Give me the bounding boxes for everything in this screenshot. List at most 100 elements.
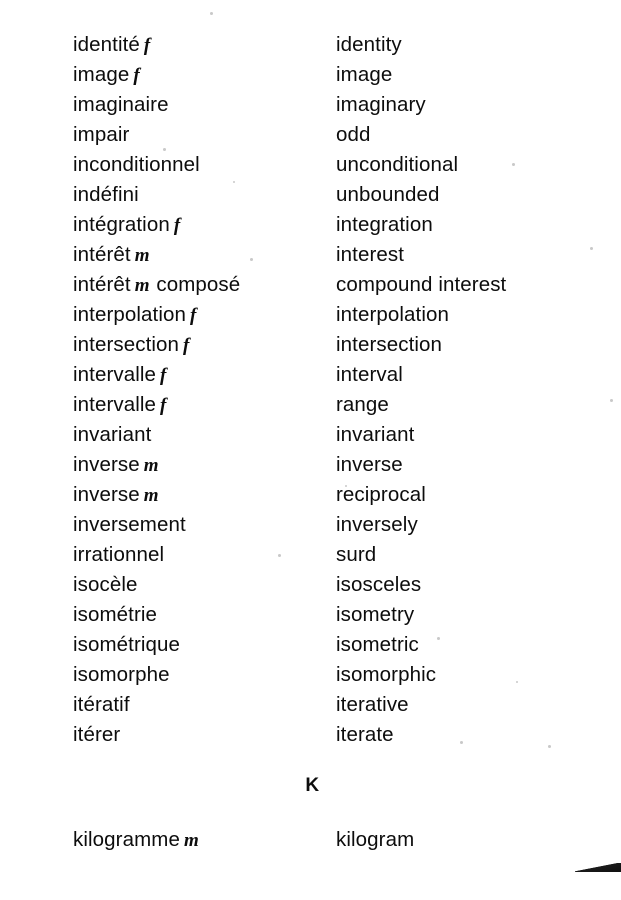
term-french: inverse m bbox=[73, 480, 160, 511]
entry-row: itérer iterate bbox=[0, 720, 621, 750]
term-french: indéfini bbox=[73, 180, 139, 210]
headword-french: itérer bbox=[73, 723, 121, 746]
headword-french: intervalle bbox=[73, 393, 157, 416]
term-french: image f bbox=[73, 60, 141, 91]
term-english: reciprocal bbox=[336, 483, 426, 506]
gender-marker: f bbox=[160, 365, 167, 386]
term-french: inconditionnel bbox=[73, 150, 200, 180]
entry-row: intérêt m composé compound interest bbox=[0, 270, 621, 300]
entry-row: intervalle f range bbox=[0, 390, 621, 420]
term-french: intervalle f bbox=[73, 360, 167, 391]
term-english: identity bbox=[336, 33, 402, 56]
headword-french: indéfini bbox=[73, 183, 139, 206]
headword-french: intersection bbox=[73, 333, 180, 356]
entry-row: impair odd bbox=[0, 120, 621, 150]
entry-row: inverse m inverse bbox=[0, 450, 621, 480]
term-french: isométrique bbox=[73, 630, 180, 660]
term-english: unconditional bbox=[336, 153, 459, 176]
term-french: inverse m bbox=[73, 450, 160, 481]
headword-french: inverse bbox=[73, 453, 140, 476]
term-english: image bbox=[336, 63, 393, 86]
gender-marker: m bbox=[134, 245, 150, 266]
headword-french: isomorphe bbox=[73, 663, 170, 686]
gender-marker: f bbox=[160, 395, 167, 416]
dictionary-page: identité f identity image f image imaginaire im… bbox=[0, 0, 621, 900]
section-letter-heading: K bbox=[0, 775, 621, 797]
entry-row: inversement inversely bbox=[0, 510, 621, 540]
gender-marker: f bbox=[143, 35, 151, 56]
entry-row: isométrique isometric bbox=[0, 630, 621, 660]
gender-marker: m bbox=[134, 275, 150, 296]
term-english: iterate bbox=[336, 723, 394, 746]
headword-french: intégration bbox=[73, 213, 170, 236]
headword-french: inconditionnel bbox=[73, 153, 200, 176]
headword-french: irrationnel bbox=[73, 543, 165, 566]
headword-french: identité bbox=[73, 33, 140, 56]
term-english: inversely bbox=[336, 513, 418, 536]
k-entry-list: kilogramme m kilogram bbox=[0, 825, 621, 855]
headword-french: impair bbox=[73, 123, 130, 146]
entry-list: identité f identity image f image imaginaire im… bbox=[0, 30, 621, 750]
entry-row: interpolation f interpolation bbox=[0, 300, 621, 330]
term-french: isocèle bbox=[73, 570, 138, 600]
term-english: interpolation bbox=[336, 303, 449, 326]
entry-row: intégration f integration bbox=[0, 210, 621, 240]
term-english: iterative bbox=[336, 693, 409, 716]
entry-row: indéfini unbounded bbox=[0, 180, 621, 210]
gender-marker: f bbox=[173, 215, 181, 236]
entry-row: isocèle isosceles bbox=[0, 570, 621, 600]
headword-french: intérêt bbox=[73, 273, 131, 296]
gender-marker: f bbox=[183, 335, 190, 356]
headword-french: itératif bbox=[73, 693, 130, 716]
term-english: range bbox=[336, 393, 389, 416]
entry-row: inverse m reciprocal bbox=[0, 480, 621, 510]
gender-marker: m bbox=[143, 485, 159, 506]
term-english: imaginary bbox=[336, 93, 426, 116]
entry-row: itératif iterative bbox=[0, 690, 621, 720]
term-english: surd bbox=[336, 543, 377, 566]
term-french: kilogramme m bbox=[73, 825, 200, 856]
gender-marker: m bbox=[183, 830, 199, 851]
term-english: isometric bbox=[336, 633, 419, 656]
term-french: intérêt m bbox=[73, 240, 151, 271]
term-french: inversement bbox=[73, 510, 186, 540]
headword-french: interpolation bbox=[73, 303, 186, 326]
term-french: intérêt m composé bbox=[73, 270, 240, 301]
term-english: inverse bbox=[336, 453, 403, 476]
term-french: irrationnel bbox=[73, 540, 164, 570]
headword-french: isocèle bbox=[73, 573, 138, 596]
gender-marker: f bbox=[133, 65, 140, 86]
headword-french: inverse bbox=[73, 483, 140, 506]
term-french: isométrie bbox=[73, 600, 157, 630]
entry-row: intervalle f interval bbox=[0, 360, 621, 390]
term-english: odd bbox=[336, 123, 371, 146]
gender-marker: m bbox=[143, 455, 159, 476]
entry-row: kilogramme m kilogram bbox=[0, 825, 621, 855]
term-french: itératif bbox=[73, 690, 130, 720]
term-english: invariant bbox=[336, 423, 415, 446]
term-french: invariant bbox=[73, 420, 151, 450]
term-english: isomorphic bbox=[336, 663, 437, 686]
headword-french: imaginaire bbox=[73, 93, 169, 116]
scan-speckle bbox=[210, 12, 213, 15]
entry-row: intersection f intersection bbox=[0, 330, 621, 360]
term-french: interpolation f bbox=[73, 300, 197, 331]
gender-marker: f bbox=[190, 305, 197, 326]
entry-row: isomorphe isomorphic bbox=[0, 660, 621, 690]
headword-french: inversement bbox=[73, 513, 186, 536]
term-french: intégration f bbox=[73, 210, 181, 241]
term-english: compound interest bbox=[336, 273, 507, 296]
entry-row: imaginaire imaginary bbox=[0, 90, 621, 120]
entry-row: irrationnel surd bbox=[0, 540, 621, 570]
headword-french-suffix: composé bbox=[150, 273, 241, 296]
term-french: intersection f bbox=[73, 330, 190, 361]
headword-french: kilogramme bbox=[73, 828, 180, 851]
term-french: identité f bbox=[73, 30, 151, 61]
entry-row: invariant invariant bbox=[0, 420, 621, 450]
headword-french: isométrie bbox=[73, 603, 158, 626]
term-english: interval bbox=[336, 363, 403, 386]
term-english: unbounded bbox=[336, 183, 440, 206]
entry-row: isométrie isometry bbox=[0, 600, 621, 630]
term-english: isometry bbox=[336, 603, 415, 626]
term-english: intersection bbox=[336, 333, 443, 356]
